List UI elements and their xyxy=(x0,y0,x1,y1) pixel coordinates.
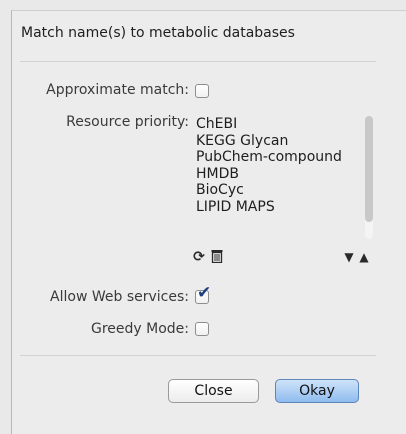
dialog-title: Match name(s) to metabolic databases xyxy=(21,25,295,41)
allow-web-services-checkbox[interactable]: ✔ xyxy=(195,285,211,304)
close-button[interactable]: Close xyxy=(168,379,259,403)
resource-item-chebi[interactable]: ChEBI xyxy=(196,116,364,133)
resource-item-kegg-glycan[interactable]: KEGG Glycan xyxy=(196,133,364,150)
top-divider xyxy=(20,61,376,62)
greedy-mode-checkbox[interactable] xyxy=(195,322,209,336)
bottom-divider xyxy=(20,355,376,356)
resource-list-scrollbar[interactable] xyxy=(365,116,373,239)
move-up-icon[interactable]: ▲ xyxy=(357,249,371,265)
trash-icon-graphic xyxy=(211,250,223,264)
move-down-icon[interactable]: ▼ xyxy=(342,249,356,265)
resource-item-biocyc[interactable]: BioCyc xyxy=(196,182,364,199)
resource-item-pubchem-compound[interactable]: PubChem-compound xyxy=(196,149,364,166)
approximate-match-label: Approximate match: xyxy=(46,82,189,98)
resource-item-hmdb[interactable]: HMDB xyxy=(196,166,364,183)
match-dialog xyxy=(11,10,406,434)
checkmark-icon: ✔ xyxy=(197,283,212,303)
approximate-match-checkbox[interactable] xyxy=(195,84,209,98)
okay-button[interactable]: Okay xyxy=(275,379,359,403)
refresh-icon[interactable]: ⟳ xyxy=(191,249,207,265)
resource-item-lipid-maps[interactable]: LIPID MAPS xyxy=(196,199,364,216)
trash-icon[interactable] xyxy=(210,249,224,265)
resource-priority-label: Resource priority: xyxy=(66,114,189,130)
scrollbar-thumb[interactable] xyxy=(365,116,373,222)
allow-web-services-label: Allow Web services: xyxy=(50,289,189,305)
resource-priority-list[interactable]: ChEBI KEGG Glycan PubChem-compound HMDB … xyxy=(196,116,364,215)
greedy-mode-label: Greedy Mode: xyxy=(90,321,189,337)
